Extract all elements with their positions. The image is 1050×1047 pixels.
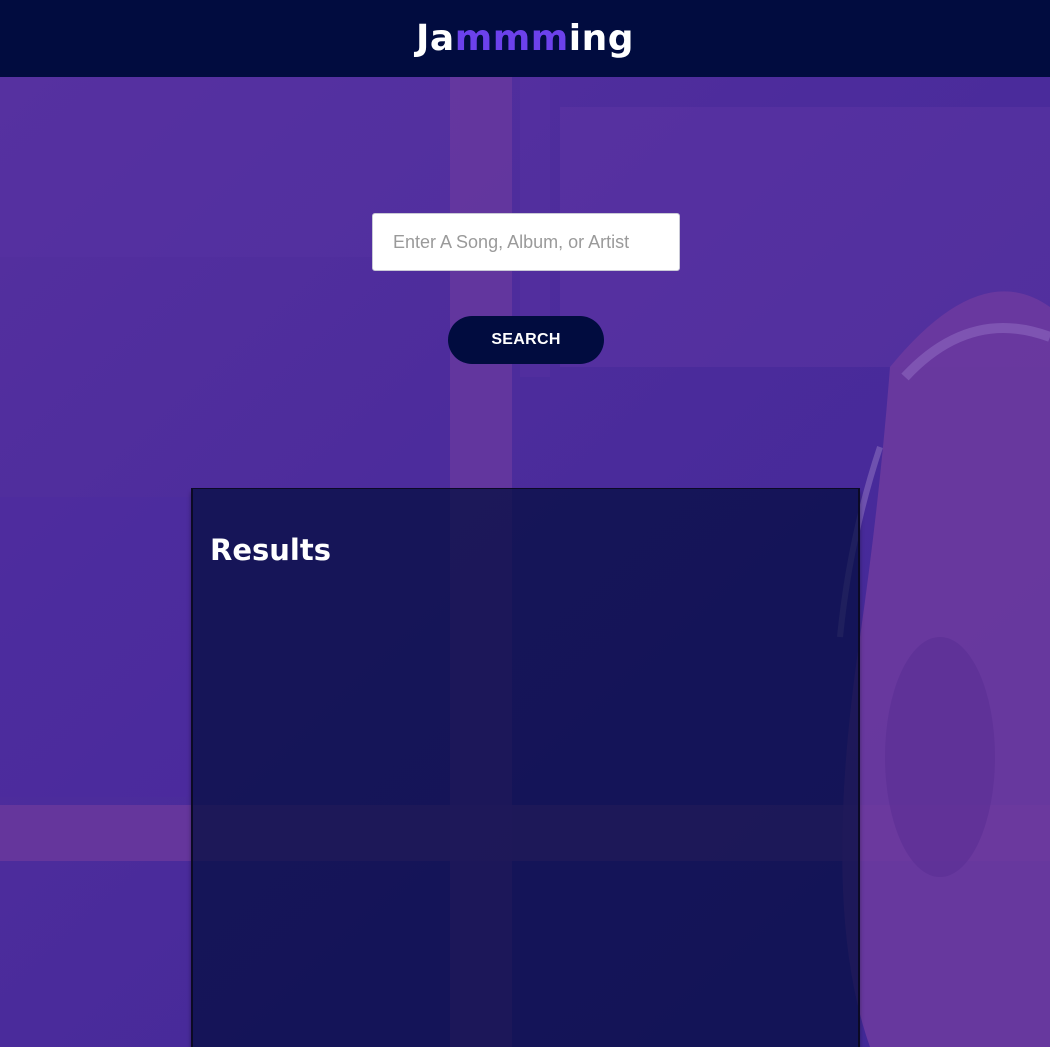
results-title: Results <box>210 533 331 567</box>
logo-suffix: ing <box>568 17 634 59</box>
search-input[interactable] <box>372 213 680 271</box>
logo-accent: mmm <box>454 17 569 59</box>
logo-prefix: Ja <box>416 17 455 59</box>
app-page: Jammming SEARCH Results <box>0 0 1050 1047</box>
search-button[interactable]: SEARCH <box>448 316 604 364</box>
top-bar: Jammming <box>0 0 1050 77</box>
app-logo[interactable]: Jammming <box>416 17 634 59</box>
results-panel: Results <box>191 488 860 1047</box>
